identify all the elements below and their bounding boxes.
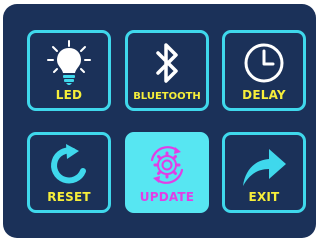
bluetooth-icon — [128, 39, 206, 87]
menu-label-bluetooth: BLUETOOTH — [133, 91, 201, 102]
gear-sync-icon — [128, 141, 206, 189]
menu-tile-reset[interactable]: RESET — [27, 132, 111, 213]
lightbulb-icon — [30, 39, 108, 87]
exit-arrow-icon — [225, 141, 303, 189]
menu-tile-delay[interactable]: DELAY — [222, 30, 306, 111]
menu-label-led: LED — [55, 88, 83, 102]
menu-tile-update[interactable]: UPDATE — [125, 132, 209, 213]
menu-screen: LED BLUETOOTH DELAY RESET UPDATE EXIT — [3, 4, 316, 238]
menu-label-update: UPDATE — [139, 190, 195, 204]
menu-label-reset: RESET — [47, 190, 91, 204]
menu-label-delay: DELAY — [242, 88, 286, 102]
menu-tile-bluetooth[interactable]: BLUETOOTH — [125, 30, 209, 111]
clock-icon — [225, 39, 303, 87]
reset-arrow-icon — [30, 141, 108, 189]
menu-tile-exit[interactable]: EXIT — [222, 132, 306, 213]
menu-tile-led[interactable]: LED — [27, 30, 111, 111]
menu-label-exit: EXIT — [248, 190, 280, 204]
